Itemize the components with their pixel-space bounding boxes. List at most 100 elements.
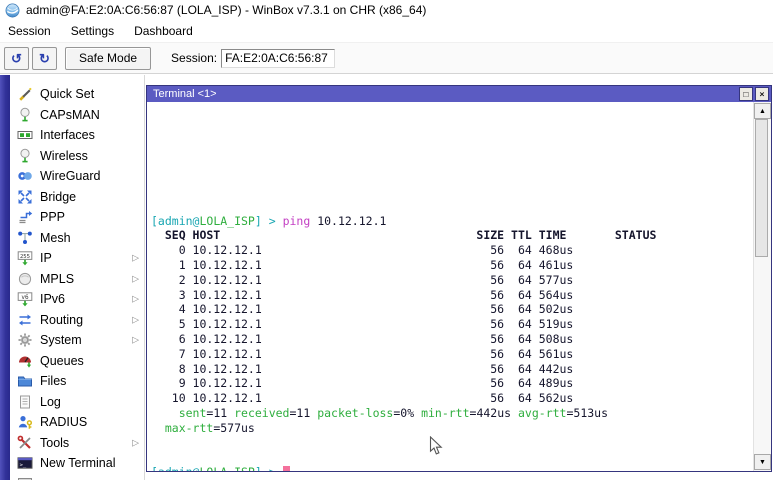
- sidebar-item-label: IP: [40, 251, 52, 265]
- menu-settings[interactable]: Settings: [61, 22, 124, 40]
- session-input[interactable]: FA:E2:0A:C6:56:87: [221, 49, 335, 68]
- safe-mode-label: Safe Mode: [79, 51, 137, 65]
- menu-session[interactable]: Session: [0, 22, 61, 40]
- expand-arrow-icon: ▷: [132, 274, 139, 283]
- expand-arrow-icon: ▷: [132, 295, 139, 304]
- redo-button[interactable]: ↻: [32, 47, 57, 70]
- sidebar-item-label: Tools: [40, 436, 69, 450]
- sidebar-item-wireguard[interactable]: WireGuard: [10, 166, 144, 187]
- sidebar-item-system[interactable]: System▷: [10, 330, 144, 351]
- caps-antenna-icon: [17, 107, 33, 123]
- scroll-up-button[interactable]: ▲: [754, 103, 771, 119]
- expand-arrow-icon: ▷: [132, 254, 139, 263]
- sidebar-item-interfaces[interactable]: Interfaces: [10, 125, 144, 146]
- terminal-titlebar[interactable]: Terminal <1> □ ×: [147, 86, 771, 102]
- gear-icon: [17, 332, 33, 348]
- radius-icon: [17, 414, 33, 430]
- sidebar-item-label: Queues: [40, 354, 84, 368]
- sidebar-item-label: MPLS: [40, 272, 74, 286]
- sidebar-item-mpls[interactable]: MPLS ▷: [10, 269, 144, 290]
- window-title: admin@FA:E2:0A:C6:56:87 (LOLA_ISP) - Win…: [26, 3, 426, 17]
- expand-arrow-icon: ▷: [132, 315, 139, 324]
- sidebar-item-files[interactable]: Files: [10, 371, 144, 392]
- sidebar-item-ppp[interactable]: PPP: [10, 207, 144, 228]
- sidebar-item-ip[interactable]: 255 IP ▷: [10, 248, 144, 269]
- terminal-output[interactable]: [admin@LOLA_ISP] > ping 10.12.12.1 SEQ H…: [147, 102, 754, 471]
- terminal-title: Terminal <1>: [153, 88, 737, 100]
- expand-arrow-icon: ▷: [132, 438, 139, 447]
- sidebar-item-wireless[interactable]: Wireless: [10, 146, 144, 167]
- terminal-cursor: [283, 466, 290, 471]
- scroll-down-button[interactable]: ▼: [754, 454, 771, 470]
- mouse-cursor: [429, 436, 444, 457]
- sidebar-item-label: Quick Set: [40, 87, 94, 101]
- sidebar-item-label: Log: [40, 395, 61, 409]
- folder-icon: [17, 373, 33, 389]
- redo-icon: ↻: [39, 52, 50, 65]
- wand-icon: [17, 86, 33, 102]
- svg-text:255: 255: [20, 254, 30, 260]
- ipv6-icon: v6: [17, 291, 33, 307]
- session-value: FA:E2:0A:C6:56:87: [225, 51, 328, 65]
- scroll-down-icon: ▼: [759, 459, 766, 466]
- winbox-window: admin@FA:E2:0A:C6:56:87 (LOLA_ISP) - Win…: [0, 0, 773, 480]
- main-area: Quick Set CAPsMAN Interfaces Wireless WireGu…: [0, 75, 773, 480]
- terminal-icon: >_: [17, 455, 33, 471]
- sidebar-item-label: CAPsMAN: [40, 108, 100, 122]
- mpls-icon: [17, 271, 33, 287]
- sidebar-item-partial[interactable]: [10, 474, 144, 480]
- winbox-logo-icon: [5, 3, 20, 18]
- sidebar-item-tools[interactable]: Tools ▷: [10, 433, 144, 454]
- wireguard-icon: [17, 168, 33, 184]
- sidebar-item-radius[interactable]: RADIUS: [10, 412, 144, 433]
- sidebar-item-label: New Terminal: [40, 456, 116, 470]
- svg-text:>_: >_: [20, 463, 27, 469]
- partial-item-icon: [17, 476, 33, 480]
- queues-icon: [17, 353, 33, 369]
- toolbar: ↺ ↻ Safe Mode Session: FA:E2:0A:C6:56:87: [0, 42, 773, 74]
- log-icon: [17, 394, 33, 410]
- menu-dashboard[interactable]: Dashboard: [124, 22, 203, 40]
- undo-button[interactable]: ↺: [4, 47, 29, 70]
- sidebar-item-label: Mesh: [40, 231, 71, 245]
- scrollbar-thumb[interactable]: [755, 119, 768, 257]
- sidebar-item-label: PPP: [40, 210, 65, 224]
- sidebar-item-log[interactable]: Log: [10, 392, 144, 413]
- sidebar-menu: Quick Set CAPsMAN Interfaces Wireless WireGu…: [10, 75, 145, 480]
- undo-icon: ↺: [11, 52, 22, 65]
- terminal-maximize-button[interactable]: □: [739, 87, 753, 101]
- sidebar-item-new-terminal[interactable]: >_ New Terminal: [10, 453, 144, 474]
- sidebar-item-label: Wireless: [40, 149, 88, 163]
- sidebar-item-label: Interfaces: [40, 128, 95, 142]
- sidebar-item-label: Files: [40, 374, 66, 388]
- session-label: Session:: [171, 51, 217, 65]
- bridge-icon: [17, 189, 33, 205]
- sidebar-item-capsman[interactable]: CAPsMAN: [10, 105, 144, 126]
- window-titlebar: admin@FA:E2:0A:C6:56:87 (LOLA_ISP) - Win…: [0, 0, 773, 20]
- terminal-scrollbar[interactable]: ▲ ▼: [753, 102, 771, 471]
- safe-mode-button[interactable]: Safe Mode: [65, 47, 151, 70]
- sidebar-item-label: Bridge: [40, 190, 76, 204]
- sidebar-item-ipv6[interactable]: v6 IPv6 ▷: [10, 289, 144, 310]
- sidebar-stripe: [0, 75, 10, 480]
- sidebar-item-label: Routing: [40, 313, 83, 327]
- terminal-close-button[interactable]: ×: [755, 87, 769, 101]
- sidebar-item-mesh[interactable]: Mesh: [10, 228, 144, 249]
- sidebar-item-quick-set[interactable]: Quick Set: [10, 84, 144, 105]
- sidebar-item-bridge[interactable]: Bridge: [10, 187, 144, 208]
- wireless-antenna-icon: [17, 148, 33, 164]
- ip-icon: 255: [17, 250, 33, 266]
- sidebar-item-routing[interactable]: Routing ▷: [10, 310, 144, 331]
- routing-icon: [17, 312, 33, 328]
- sidebar-item-label: System: [40, 333, 82, 347]
- ppp-icon: [17, 209, 33, 225]
- sidebar-item-queues[interactable]: Queues: [10, 351, 144, 372]
- sidebar-item-label: IPv6: [40, 292, 65, 306]
- tools-icon: [17, 435, 33, 451]
- menubar: Session Settings Dashboard: [0, 20, 773, 41]
- svg-text:v6: v6: [21, 294, 29, 301]
- interfaces-icon: [17, 127, 33, 143]
- mesh-icon: [17, 230, 33, 246]
- terminal-body: [admin@LOLA_ISP] > ping 10.12.12.1 SEQ H…: [147, 102, 771, 471]
- terminal-window: Terminal <1> □ × [admin@LOLA_ISP] > ping…: [146, 85, 772, 472]
